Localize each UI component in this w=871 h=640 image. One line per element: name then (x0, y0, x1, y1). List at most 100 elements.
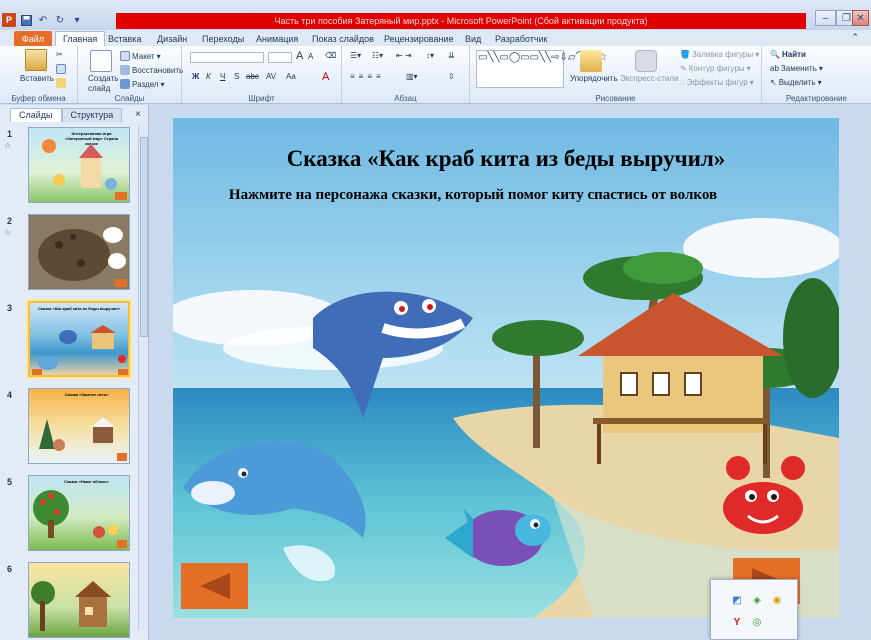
tab-insert[interactable]: Вставка (108, 31, 141, 46)
tab-transitions[interactable]: Переходы (202, 31, 244, 46)
thumbnail-row[interactable]: 1 ☆ Интерактивная игра «Затерянный мир» … (0, 107, 140, 203)
group-label-clipboard: Буфер обмена (11, 94, 66, 103)
scrollbar-thumb[interactable] (140, 137, 148, 337)
group-clipboard: Вставить ✂ Буфер обмена (0, 46, 78, 104)
font-color-button[interactable]: A (322, 71, 329, 83)
section-icon (120, 79, 130, 89)
format-painter-icon[interactable] (56, 78, 66, 88)
select-button[interactable]: ↖ Выделить ▾ (770, 78, 822, 87)
shadow-button[interactable]: S (234, 72, 239, 81)
undo-icon[interactable]: ↶ (36, 13, 50, 27)
quick-styles-button[interactable]: Экспресс-стили (620, 74, 679, 83)
grow-font-button[interactable]: A (296, 50, 303, 62)
tab-review[interactable]: Рецензирование (384, 31, 454, 46)
shrink-font-button[interactable]: A (308, 52, 313, 61)
arrange-icon[interactable] (580, 50, 602, 72)
select-icon: ↖ (770, 78, 777, 87)
columns-icon[interactable]: ▥▾ (406, 72, 418, 81)
find-button[interactable]: 🔍 Найти (770, 50, 806, 59)
tab-view[interactable]: Вид (465, 31, 481, 46)
change-case-button[interactable]: Aa (286, 72, 296, 81)
reset-icon (120, 65, 130, 75)
slide-subtitle[interactable]: Нажмите на персонажа сказки, который пом… (213, 185, 733, 206)
layout-icon (120, 51, 130, 61)
tab-file[interactable]: Файл (14, 31, 52, 46)
thumbnail-row[interactable]: 6 (0, 542, 140, 638)
thumbnail-row[interactable]: 2 ☆ (0, 194, 140, 290)
update-tray-icon[interactable]: ◎ (751, 616, 763, 628)
slide-thumbnail[interactable] (28, 562, 130, 638)
app-tray-icon[interactable]: ◈ (751, 594, 763, 606)
powerpoint-logo-icon[interactable]: P (2, 13, 16, 27)
redo-icon[interactable]: ↻ (53, 13, 67, 27)
tab-design[interactable]: Дизайн (157, 31, 187, 46)
shape-fill-icon: 🪣 (680, 50, 690, 59)
strikethrough-button[interactable]: abc (246, 72, 259, 81)
char-spacing-button[interactable]: AV (266, 72, 276, 81)
bold-button[interactable]: Ж (192, 72, 199, 81)
customize-qat-icon[interactable]: ▾ (70, 13, 84, 27)
animation-star-icon: ☆ (4, 228, 12, 237)
quick-styles-icon[interactable] (635, 50, 657, 72)
yandex-tray-icon[interactable]: Y (731, 616, 743, 628)
chrome-tray-icon[interactable]: ◉ (771, 594, 783, 606)
underline-button[interactable]: Ч (220, 72, 225, 81)
group-label-slides: Слайды (114, 94, 145, 103)
new-slide-label-2[interactable]: слайд (88, 84, 110, 93)
tab-home[interactable]: Главная (55, 31, 106, 46)
shapes-gallery[interactable]: ▭╲╲▭◯▭▭╲╲⇨⇩▱⌒╲{}☆ (476, 50, 607, 88)
quick-access-toolbar: P ↶ ↻ ▾ (2, 12, 84, 28)
section-button[interactable]: Раздел ▾ (120, 79, 164, 89)
reset-button[interactable]: Восстановить (120, 65, 183, 75)
font-family-dropdown[interactable] (190, 52, 264, 63)
font-size-dropdown[interactable] (268, 52, 292, 63)
layout-button[interactable]: Макет ▾ (120, 51, 161, 61)
bullets-icon[interactable]: ☰▾ (350, 51, 361, 60)
thumbnail-row[interactable]: 5 Сказка «Наше яблоко» (0, 455, 140, 551)
find-icon: 🔍 (770, 50, 780, 59)
italic-button[interactable]: К (206, 72, 211, 81)
group-drawing: ▭╲╲▭◯▭▭╲╲⇨⇩▱⌒╲{}☆ Упорядочить Экспресс-с… (470, 46, 762, 104)
arrange-button[interactable]: Упорядочить (570, 74, 618, 83)
slide-title[interactable]: Сказка «Как краб кита из беды выручил» (173, 146, 839, 172)
text-direction-icon[interactable]: ⇊ (448, 51, 455, 60)
help-icon[interactable]: ⌃ (851, 32, 859, 43)
slide-thumbnail[interactable] (28, 214, 130, 290)
close-icon[interactable]: ✕ (852, 10, 869, 26)
paste-button[interactable]: Вставить (20, 74, 54, 83)
thumbnail-row[interactable]: 3 Сказка «Как краб кита из беды выручил» (0, 281, 140, 377)
group-label-editing: Редактирование (786, 94, 847, 103)
slide-thumbnail[interactable]: Сказка «Зимнее лето» (28, 388, 130, 464)
shape-fill-button[interactable]: 🪣 Заливка фигуры ▾ (680, 50, 759, 59)
group-label-paragraph: Абзац (394, 94, 417, 103)
tab-animation[interactable]: Анимация (256, 31, 298, 46)
new-slide-icon[interactable] (90, 50, 112, 72)
system-tray-popup: ◩ ◈ ◉ Y ◎ (710, 579, 798, 640)
slide-thumbnail[interactable]: Интерактивная игра «Затерянный мир» Стра… (28, 127, 130, 203)
ribbon: Вставить ✂ Буфер обмена Создать слайд Ма… (0, 46, 871, 104)
copy-icon[interactable] (56, 64, 66, 74)
thumbnail-row[interactable]: 4 Сказка «Зимнее лето» (0, 368, 140, 464)
shape-outline-button[interactable]: ✎ Контур фигуры ▾ (680, 64, 751, 73)
line-spacing-icon[interactable]: ↕▾ (426, 51, 434, 60)
align-icons[interactable]: ≡≡≡≡ (350, 72, 385, 81)
save-icon[interactable] (19, 13, 33, 27)
minimize-icon[interactable]: – (815, 10, 836, 26)
paste-icon[interactable] (25, 49, 47, 71)
align-text-icon[interactable]: ⇳ (448, 72, 455, 81)
cut-icon[interactable]: ✂ (56, 50, 63, 59)
replace-button[interactable]: ab Заменить ▾ (770, 64, 823, 73)
network-icon[interactable]: ◩ (731, 594, 743, 606)
pane-scrollbar[interactable] (138, 125, 148, 630)
indent-icon[interactable]: ⇤ ⇥ (396, 51, 412, 60)
slide-thumbnail[interactable]: Сказка «Наше яблоко» (28, 475, 130, 551)
slide-thumbnail-selected[interactable]: Сказка «Как краб кита из беды выручил» (28, 301, 130, 377)
new-slide-label-1[interactable]: Создать (88, 74, 118, 83)
current-slide[interactable]: Сказка «Как краб кита из беды выручил» Н… (173, 118, 839, 618)
prev-slide-button[interactable] (181, 563, 248, 609)
numbering-icon[interactable]: ☷▾ (372, 51, 383, 60)
shape-effects-button[interactable]: ◌ Эффекты фигур ▾ (680, 78, 754, 87)
tab-developer[interactable]: Разработчик (495, 31, 547, 46)
clear-format-icon[interactable]: ⌫ (325, 51, 336, 60)
tab-slideshow[interactable]: Показ слайдов (312, 31, 374, 46)
